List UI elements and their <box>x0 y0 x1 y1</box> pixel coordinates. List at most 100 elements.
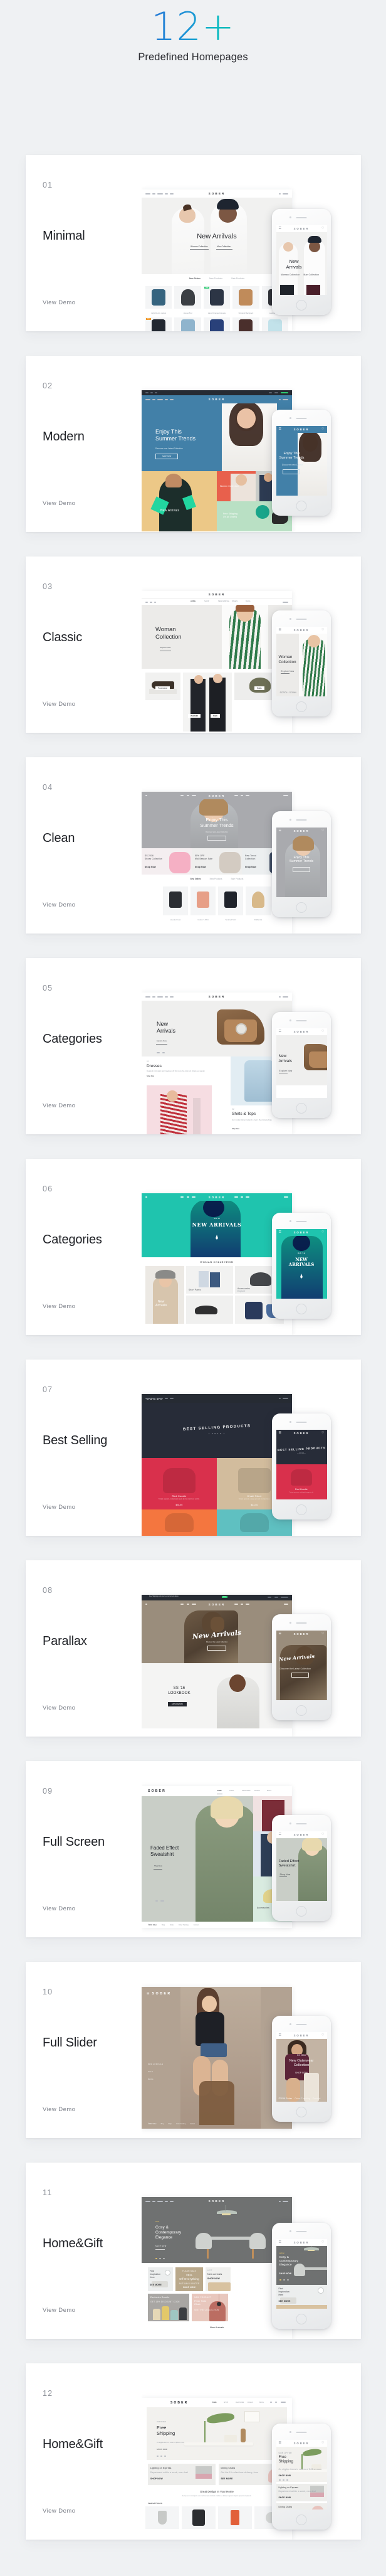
bag-icon[interactable]: ♡ <box>321 629 324 632</box>
banner-cta[interactable]: SEE MORE <box>221 2478 233 2480</box>
tile-cta[interactable]: SHOP NOW <box>175 2286 203 2289</box>
nav-item[interactable] <box>165 2200 168 2202</box>
cart-icon[interactable] <box>284 1604 288 1605</box>
nav-item[interactable] <box>170 2200 174 2202</box>
tile[interactable]: NEW PRODUCT Fiber Side Chair SEE THE COL… <box>192 2294 228 2321</box>
search-icon[interactable] <box>145 1604 147 1605</box>
side-nav-item[interactable]: BLOG <box>148 2078 154 2080</box>
product-card[interactable] <box>145 2506 179 2530</box>
tile-cta[interactable]: SEE MORE <box>150 2284 162 2286</box>
hamburger-icon[interactable]: ☰ <box>279 2034 281 2037</box>
cart-icon[interactable] <box>283 1397 288 1399</box>
bag-icon[interactable]: ♡ <box>321 829 324 833</box>
phone-hero-cta[interactable]: SHOP NOW <box>276 2072 327 2074</box>
nav-item[interactable] <box>152 2200 155 2202</box>
tile[interactable]: FLASH SALE 25% Off Everything AUTUMN / W… <box>175 2267 203 2291</box>
cart-icon[interactable] <box>284 1196 288 1198</box>
view-demo-link[interactable]: View Demo <box>43 299 75 306</box>
phone-tile-cta[interactable]: SEE MORE <box>279 2300 291 2302</box>
hamburger-icon[interactable]: ☰ <box>279 1632 281 1636</box>
nav-item[interactable] <box>157 398 163 400</box>
nav-item[interactable]: BLOG <box>267 1790 271 1792</box>
hamburger-icon[interactable]: ☰ <box>279 1432 281 1435</box>
phone-tile[interactable]: Find Inspiration Here SEE MORE <box>276 2285 327 2305</box>
phone-home-button[interactable] <box>296 501 307 511</box>
product-card[interactable]: Cotton T-Shirt <box>190 886 216 921</box>
tile[interactable]: Find Inspiration Here SEE MORE <box>148 2267 173 2291</box>
user-icon[interactable] <box>275 2402 277 2403</box>
demo-card[interactable]: SOBER HOME SHOP FEATURES PAGES BLOG OUR OFFE… <box>26 2363 361 2540</box>
demo-card[interactable]: Free Shipping and returns on all orders … <box>26 1560 361 1737</box>
hero-cta[interactable]: Shop Now <box>154 1865 162 1867</box>
bag-icon[interactable]: ♡ <box>321 2241 324 2244</box>
view-demo-link[interactable]: View Demo <box>43 1303 75 1310</box>
hero-button[interactable]: SHOP NOW <box>155 454 178 459</box>
demo-card[interactable]: SOBER New Arrilvals Woman Collection Man… <box>26 155 361 331</box>
demo-card[interactable]: SOBER New Arrivals Explore Now 01 Dresse… <box>26 958 361 1134</box>
banner-cta[interactable]: Shop Now <box>195 866 206 868</box>
product-tab[interactable]: New Products <box>209 277 222 280</box>
product-tab[interactable]: New Products <box>210 878 222 880</box>
hamburger-icon[interactable]: ☰ <box>279 428 281 431</box>
demo-card[interactable]: SOBER NEW Cosy & Contemporary Elegance S… <box>26 2163 361 2339</box>
hero-link-1[interactable]: Woman Collection <box>190 245 207 248</box>
nav-item[interactable]: BLOG <box>259 2402 264 2403</box>
product-card[interactable]: Raffia Hat <box>246 886 271 921</box>
phone-home-button[interactable] <box>296 2314 307 2324</box>
cart-icon[interactable] <box>281 2402 286 2403</box>
side-nav-item[interactable]: NEW ARRIVALS <box>148 2063 164 2065</box>
bag-icon[interactable]: ♡ <box>321 1030 324 1033</box>
search-icon[interactable] <box>279 1397 281 1399</box>
view-demo-link[interactable]: View Demo <box>43 2508 75 2515</box>
hamburger-icon[interactable]: ☰ <box>147 1992 149 1996</box>
nav-item[interactable]: PAGES <box>254 1790 260 1792</box>
promo-banner[interactable]: 50% OFF Mid-Season Sale Shop Now <box>192 848 242 875</box>
nav-item[interactable] <box>145 1397 150 1399</box>
nav-item[interactable]: FEATURES <box>236 2402 244 2403</box>
product-card[interactable] <box>232 317 259 331</box>
phone-hero-link[interactable]: Woman Collection <box>281 274 300 276</box>
demo-card[interactable]: ☰ SOBER NEW ARRIVALSSALEBLOG er ©2016 So… <box>26 1962 361 2138</box>
phone-hero-cta[interactable]: Explore Now <box>281 670 295 673</box>
product-card[interactable]: Sale Hand Changed Hoodie <box>203 286 231 314</box>
product-tab[interactable]: New Sellers <box>189 277 201 280</box>
footer-link[interactable]: FAQs <box>168 2124 172 2125</box>
phone-home-button[interactable] <box>296 300 307 311</box>
demo-card[interactable]: SOBER Enjoy This Summer Trends Discover … <box>26 356 361 532</box>
view-demo-link[interactable]: View Demo <box>43 2106 75 2113</box>
view-demo-link[interactable]: View Demo <box>43 902 75 908</box>
hamburger-icon[interactable]: ☰ <box>279 2241 281 2244</box>
nav-item[interactable]: NEW ARRIVAL <box>218 600 229 602</box>
hamburger-icon[interactable]: ☰ <box>279 2442 281 2445</box>
footer-link[interactable]: Blog <box>161 2124 164 2125</box>
lookbook-button[interactable]: EXPLORE NOW <box>168 1702 187 1706</box>
phone-home-button[interactable] <box>296 902 307 913</box>
phone-footer-link[interactable]: ©2016 Sober <box>279 2097 293 2100</box>
bag-icon[interactable]: ♡ <box>321 1632 324 1636</box>
phone-hero-link[interactable]: Man Collection <box>304 274 320 276</box>
tile[interactable] <box>186 1296 233 1324</box>
bag-icon[interactable]: ♡ <box>321 1432 324 1435</box>
demo-card[interactable]: SOBER HOME SHOP FEATURES PAGES BLOG Faded Ef… <box>26 1761 361 1937</box>
tile[interactable]: Women Collection <box>217 471 256 501</box>
search-icon[interactable] <box>279 193 281 194</box>
product-card[interactable]: Textured Shirt <box>218 886 243 921</box>
phone-home-button[interactable] <box>296 701 307 712</box>
nav-item[interactable] <box>165 996 168 998</box>
phone-footer-link[interactable]: Contact <box>313 2097 321 2100</box>
cart-icon[interactable] <box>283 193 288 194</box>
phone-banner[interactable]: Dining Chairs Get the 10 collections del… <box>276 2503 327 2509</box>
bag-icon[interactable]: ♡ <box>321 1231 324 1234</box>
phone-hero-button[interactable] <box>292 867 310 872</box>
nav-item[interactable] <box>170 398 174 400</box>
nav-item[interactable] <box>157 2200 163 2202</box>
search-icon[interactable] <box>145 795 147 796</box>
phone-home-button[interactable] <box>296 1705 307 1716</box>
footer-link[interactable]: Blog <box>162 1924 165 1926</box>
footer-link[interactable]: FAQs <box>170 1924 174 1926</box>
demo-card[interactable]: SOBER BEST SELLING PRODUCTS — 2 0 1 6 — … <box>26 1360 361 1536</box>
product-card[interactable] <box>203 317 231 331</box>
tile[interactable]: New Arrivals <box>142 471 217 531</box>
nav-item[interactable] <box>170 193 174 194</box>
demo-card[interactable]: SOBER S/S '16 NEW ARRIVALS WOMAN COLLECT… <box>26 1159 361 1335</box>
